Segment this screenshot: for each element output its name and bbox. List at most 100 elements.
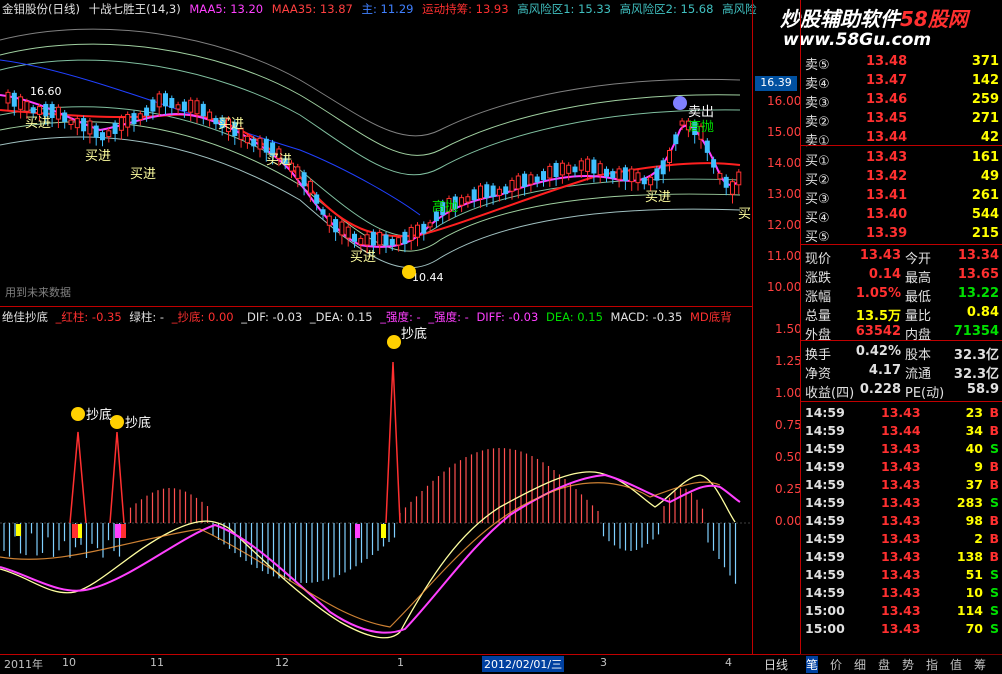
tick-price: 13.43 xyxy=(881,405,921,420)
candle xyxy=(339,221,345,236)
candle xyxy=(515,175,521,190)
order-row[interactable]: 买③ 13.41 261 xyxy=(801,186,1002,207)
tick-time: 14:59 xyxy=(805,513,845,528)
stat-value: 13.34 xyxy=(957,248,999,263)
price-chart[interactable]: 16.60 10.44 买进 买进 买进 买进 买进 买进 买进 买 卖出 高抛… xyxy=(0,0,752,305)
tab-1[interactable]: 价 xyxy=(830,656,842,673)
tick-volume: 9 xyxy=(974,459,983,474)
y-axis-label: 14.00 xyxy=(767,156,802,170)
buy-signal: 买进 xyxy=(350,250,376,265)
order-price: 13.45 xyxy=(866,111,908,126)
candle xyxy=(11,92,17,107)
tick-price: 13.43 xyxy=(881,621,921,636)
candle xyxy=(181,101,187,112)
order-row[interactable]: 卖② 13.45 271 xyxy=(801,109,1002,130)
candle xyxy=(667,149,672,163)
candle xyxy=(43,103,49,117)
tick-price: 13.43 xyxy=(881,513,921,528)
tick-volume: 114 xyxy=(956,603,983,618)
candle xyxy=(503,186,509,195)
candle xyxy=(263,138,269,153)
tick-row: 14:59 13.43 10 S xyxy=(801,584,1002,602)
period-label[interactable]: 日线 xyxy=(752,654,800,674)
buy-signal: 买进 xyxy=(130,167,156,182)
order-volume: 544 xyxy=(971,207,999,222)
tab-5[interactable]: 指 xyxy=(926,656,938,673)
order-row[interactable]: 买① 13.43 161 xyxy=(801,148,1002,169)
order-row[interactable]: 买⑤ 13.39 215 xyxy=(801,224,1002,245)
tab-0[interactable]: 笔 xyxy=(806,656,819,673)
chart-area[interactable]: 金钼股份(日线) 十战七胜王(14,3) MAA5: 13.20 MAA35: … xyxy=(0,0,802,674)
candle xyxy=(635,172,641,184)
stat-row: 现价 13.43 今开 13.34 xyxy=(801,246,1002,267)
tick-side: B xyxy=(989,531,999,546)
order-row[interactable]: 卖⑤ 13.48 371 xyxy=(801,52,1002,73)
x-axis: 2011年 10 11 12 1 2012/02/01/三 3 4 xyxy=(0,654,752,674)
tab-2[interactable]: 细 xyxy=(854,656,866,673)
candle xyxy=(421,223,427,234)
candle xyxy=(62,112,68,122)
stat-row: 涨跌 0.14 最高 13.65 xyxy=(801,265,1002,286)
smile-icon xyxy=(110,415,124,429)
candle xyxy=(131,113,137,125)
candle xyxy=(673,134,679,145)
tab-6[interactable]: 值 xyxy=(950,656,962,673)
tab-3[interactable]: 盘 xyxy=(878,656,890,673)
tick-volume: 98 xyxy=(965,513,983,528)
tick-side: S xyxy=(989,495,999,510)
candle xyxy=(188,99,194,113)
tick-price: 13.44 xyxy=(881,423,921,438)
tick-time: 15:00 xyxy=(805,603,845,618)
y-axis-label: 0.25 xyxy=(775,482,802,496)
tab-7[interactable]: 筹 xyxy=(974,656,986,673)
stat-value: 0.42% xyxy=(855,344,901,359)
tick-volume: 23 xyxy=(965,405,983,420)
candle xyxy=(18,96,24,110)
stat-value: 13.22 xyxy=(957,286,999,301)
candle xyxy=(320,209,326,215)
candle xyxy=(572,166,578,173)
candle xyxy=(559,162,565,176)
chaodi-signal: 抄底 xyxy=(125,415,151,431)
tab-4[interactable]: 势 xyxy=(902,656,914,673)
order-row[interactable]: 卖③ 13.46 259 xyxy=(801,90,1002,111)
tick-volume: 34 xyxy=(965,423,983,438)
candle xyxy=(641,177,647,185)
candle xyxy=(5,91,11,104)
order-label: 卖① xyxy=(805,134,830,149)
tick-side: S xyxy=(989,441,999,456)
stat-value: 13.43 xyxy=(859,248,901,263)
order-row[interactable]: 买④ 13.40 544 xyxy=(801,205,1002,226)
order-row[interactable]: 卖④ 13.47 142 xyxy=(801,71,1002,92)
candle xyxy=(471,189,477,201)
macd-chart[interactable]: 抄底 抄底 抄底 xyxy=(0,307,752,653)
tick-time: 14:59 xyxy=(805,405,845,420)
low-price-label: 10.44 xyxy=(412,271,444,284)
candle xyxy=(534,176,540,183)
y-axis-label: 0.50 xyxy=(775,450,802,464)
x-axis-label: 4 xyxy=(725,656,732,669)
candle xyxy=(112,122,118,134)
tick-row: 14:59 13.43 138 B xyxy=(801,548,1002,566)
y-axis-label: 11.00 xyxy=(767,249,802,263)
candle xyxy=(24,101,30,112)
period-text: 日线 xyxy=(764,658,789,672)
tick-side: B xyxy=(989,405,999,420)
candle xyxy=(257,137,263,150)
stat-row: 净资 4.17 流通 32.3亿 xyxy=(801,361,1002,382)
tick-side: B xyxy=(989,459,999,474)
stat-row: 外盘 63542 内盘 71354 xyxy=(801,322,1002,343)
tick-volume: 138 xyxy=(956,549,983,564)
smile-icon xyxy=(402,265,416,279)
candle xyxy=(377,231,383,246)
candle xyxy=(37,106,42,115)
stat-value: 0.84 xyxy=(966,305,999,320)
tick-price: 13.43 xyxy=(881,549,921,564)
order-volume: 161 xyxy=(971,150,999,165)
candle xyxy=(415,224,420,238)
order-row[interactable]: 买② 13.42 49 xyxy=(801,167,1002,188)
order-price: 13.44 xyxy=(866,130,908,145)
tick-row: 14:59 13.43 40 S xyxy=(801,440,1002,458)
candle xyxy=(307,180,313,194)
tick-time: 14:59 xyxy=(805,495,845,510)
